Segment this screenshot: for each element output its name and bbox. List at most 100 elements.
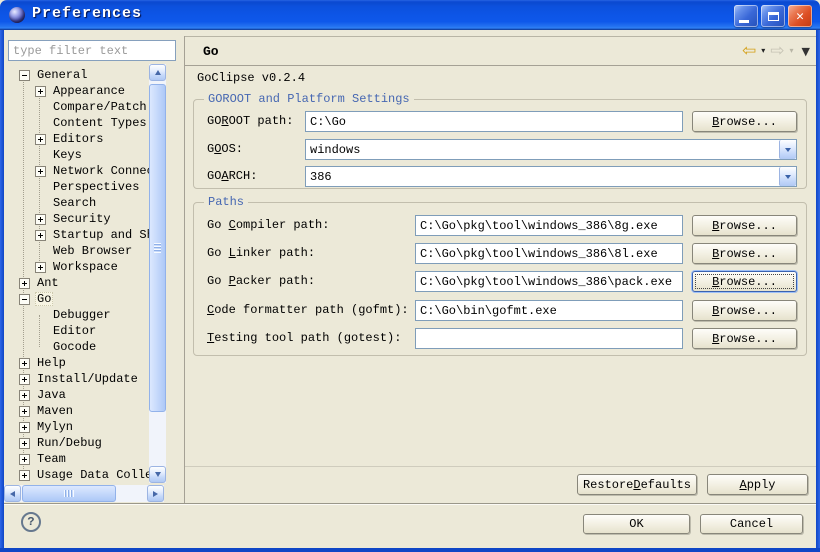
expand-icon[interactable] — [19, 374, 30, 385]
window-title: Preferences — [32, 5, 142, 22]
expand-icon[interactable] — [19, 422, 30, 433]
tree-item-label: Java — [35, 388, 68, 402]
minimize-button[interactable] — [734, 5, 758, 27]
tree-item-label: General — [35, 68, 89, 82]
tree-item-go[interactable]: Go — [6, 291, 149, 307]
testing-tool-path-browse-button[interactable]: Browse... — [692, 328, 797, 349]
tree-item-security[interactable]: Security — [6, 211, 149, 227]
scroll-left-button[interactable] — [4, 485, 21, 502]
goarch-combo[interactable]: 386 — [305, 166, 797, 187]
page-header: Go — [185, 36, 816, 66]
expand-icon[interactable] — [19, 390, 30, 401]
tree-item-install-update[interactable]: Install/Update — [6, 371, 149, 387]
tree-item-java[interactable]: Java — [6, 387, 149, 403]
tree-item-label: Network Connect — [51, 164, 149, 178]
tree-item-label: Perspectives — [51, 180, 141, 194]
tree-item-mylyn[interactable]: Mylyn — [6, 419, 149, 435]
expand-icon[interactable] — [35, 262, 46, 273]
tree-vscrollbar[interactable] — [149, 64, 166, 483]
tree-item-content-types[interactable]: Content Types — [6, 115, 149, 131]
up-arrow-icon — [155, 70, 161, 75]
expand-icon[interactable] — [19, 278, 30, 289]
maximize-button[interactable] — [761, 5, 785, 27]
forward-menu-icon[interactable]: ▾ — [790, 47, 794, 55]
go-packer-path-browse-button[interactable]: Browse... — [692, 271, 797, 292]
restore-defaults-button[interactable]: Restore Defaults — [577, 474, 697, 495]
expand-icon[interactable] — [35, 134, 46, 145]
expand-icon[interactable] — [35, 86, 46, 97]
apply-button[interactable]: Apply — [707, 474, 808, 495]
titlebar[interactable]: Preferences ✕ — [0, 0, 820, 30]
go-compiler-path-browse-button[interactable]: Browse... — [692, 215, 797, 236]
testing-tool-path-field[interactable] — [415, 328, 683, 349]
go-linker-path-browse-button[interactable]: Browse... — [692, 243, 797, 264]
goos-label: GOOS: — [207, 142, 243, 156]
tree-item-usage-data-collect[interactable]: Usage Data Collect — [6, 467, 149, 483]
tree-item-keys[interactable]: Keys — [6, 147, 149, 163]
code-formatter-path-field[interactable] — [415, 300, 683, 321]
expand-icon[interactable] — [19, 438, 30, 449]
group-title: Paths — [204, 195, 248, 209]
preferences-window: Preferences ✕ GeneralAppearanceCompare/P… — [0, 0, 820, 552]
ok-button[interactable]: OK — [583, 514, 690, 534]
goroot-path-field[interactable] — [305, 111, 683, 132]
tree-item-network-connect[interactable]: Network Connect — [6, 163, 149, 179]
tree-item-ant[interactable]: Ant — [6, 275, 149, 291]
expand-icon[interactable] — [35, 166, 46, 177]
tree-item-startup-and-shu[interactable]: Startup and Shu — [6, 227, 149, 243]
back-arrow-icon[interactable]: ⇦ — [742, 43, 756, 60]
code-formatter-path-label: Code formatter path (gofmt): — [207, 303, 409, 317]
tree-item-debugger[interactable]: Debugger — [6, 307, 149, 323]
tree-item-web-browser[interactable]: Web Browser — [6, 243, 149, 259]
group-title: GOROOT and Platform Settings — [204, 92, 414, 106]
expand-icon[interactable] — [19, 358, 30, 369]
tree-item-appearance[interactable]: Appearance — [6, 83, 149, 99]
collapse-icon[interactable] — [19, 70, 30, 81]
tree-item-general[interactable]: General — [6, 67, 149, 83]
go-compiler-path-label: Go Compiler path: — [207, 218, 329, 232]
tree-item-search[interactable]: Search — [6, 195, 149, 211]
scroll-right-button[interactable] — [147, 485, 164, 502]
filter-input[interactable] — [8, 40, 176, 61]
tree-item-maven[interactable]: Maven — [6, 403, 149, 419]
code-formatter-path-browse-button[interactable]: Browse... — [692, 300, 797, 321]
close-button[interactable]: ✕ — [788, 5, 812, 27]
goroot-path-browse-button[interactable]: Browse... — [692, 111, 797, 132]
tree-item-editors[interactable]: Editors — [6, 131, 149, 147]
tree-item-gocode[interactable]: Gocode — [6, 339, 149, 355]
tree-item-label: Content Types — [51, 116, 149, 130]
hscroll-thumb[interactable] — [22, 485, 116, 502]
go-packer-path-field[interactable] — [415, 271, 683, 292]
forward-arrow-icon[interactable]: ⇨ — [770, 43, 784, 60]
tree-item-team[interactable]: Team — [6, 451, 149, 467]
expand-icon[interactable] — [35, 230, 46, 241]
eclipse-icon — [9, 7, 25, 23]
expand-icon[interactable] — [19, 470, 30, 481]
tree-item-run-debug[interactable]: Run/Debug — [6, 435, 149, 451]
scroll-down-button[interactable] — [149, 466, 166, 483]
tree-item-editor[interactable]: Editor — [6, 323, 149, 339]
maximize-icon — [768, 12, 779, 21]
tree-item-label: Install/Update — [35, 372, 140, 386]
combo-dropdown-button[interactable] — [779, 140, 796, 159]
collapse-icon[interactable] — [19, 294, 30, 305]
view-menu-icon[interactable]: ▼ — [802, 46, 810, 57]
tree-item-workspace[interactable]: Workspace — [6, 259, 149, 275]
vscroll-thumb[interactable] — [149, 84, 166, 412]
back-menu-icon[interactable]: ▾ — [761, 47, 765, 55]
tree-item-compare-patch[interactable]: Compare/Patch — [6, 99, 149, 115]
tree-item-perspectives[interactable]: Perspectives — [6, 179, 149, 195]
go-linker-path-field[interactable] — [415, 243, 683, 264]
tree-item-help[interactable]: Help — [6, 355, 149, 371]
cancel-button[interactable]: Cancel — [700, 514, 803, 534]
go-compiler-path-field[interactable] — [415, 215, 683, 236]
goos-combo[interactable]: windows — [305, 139, 797, 160]
expand-icon[interactable] — [35, 214, 46, 225]
scroll-up-button[interactable] — [149, 64, 166, 81]
expand-icon[interactable] — [19, 454, 30, 465]
combo-dropdown-button[interactable] — [779, 167, 796, 186]
help-button[interactable]: ? — [21, 512, 41, 532]
expand-icon[interactable] — [19, 406, 30, 417]
tree-item-label: Team — [35, 452, 68, 466]
tree-hscrollbar[interactable] — [4, 485, 164, 502]
